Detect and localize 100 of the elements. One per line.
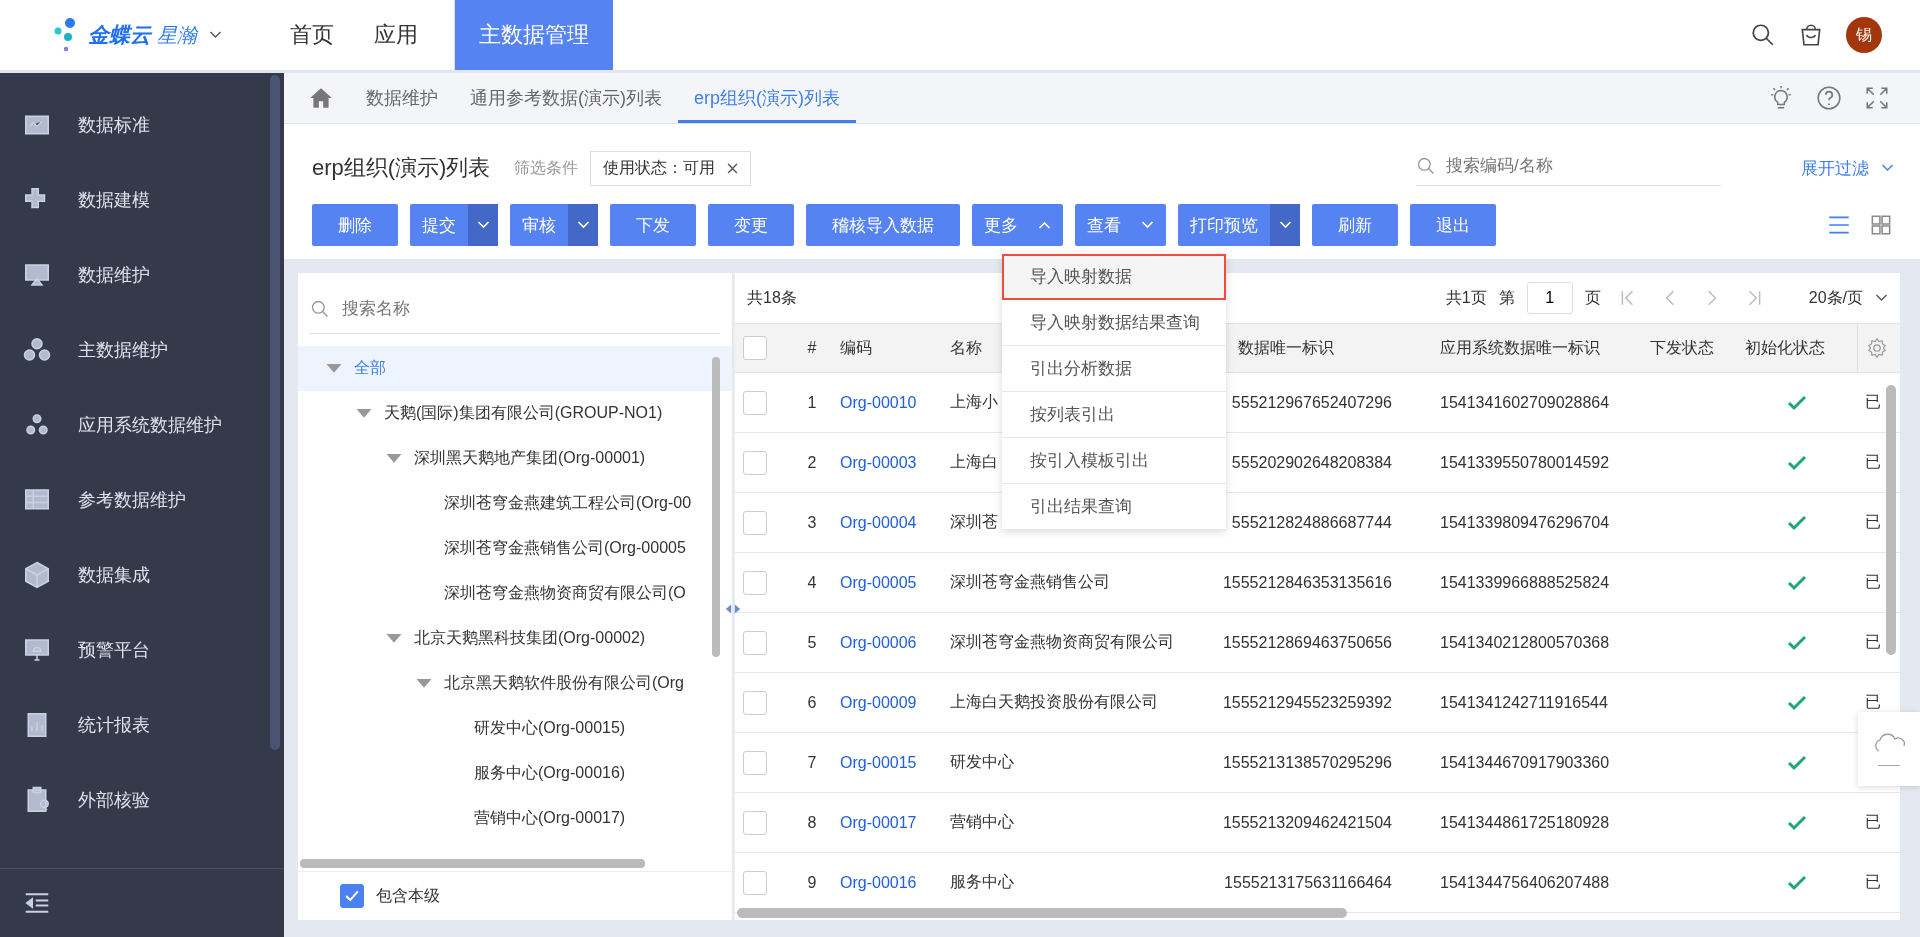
split-button[interactable]: 审核 <box>510 204 598 246</box>
user-avatar[interactable]: 锡 <box>1846 17 1882 53</box>
column-header[interactable]: 名称 <box>950 337 982 359</box>
close-icon[interactable] <box>727 162 739 174</box>
search-field[interactable]: 搜索编码/名称 <box>1444 154 1721 177</box>
menu-item[interactable]: 导入映射数据 <box>1002 254 1226 300</box>
row-checkbox[interactable] <box>743 870 767 895</box>
tree-item[interactable]: 天鹅(国际)集团有限公司(GROUP-NO1) <box>298 391 732 436</box>
scrollbar[interactable] <box>737 908 1347 918</box>
row-checkbox[interactable] <box>743 510 767 535</box>
tree-item[interactable]: 深圳苍穹金燕物资商贸有限公司(O <box>298 571 732 616</box>
toolbar-button[interactable]: 稽核导入数据 <box>806 204 960 246</box>
sidebar-item[interactable]: 应用系统数据维护 <box>0 387 284 462</box>
select-all-checkbox[interactable] <box>743 336 767 360</box>
row-checkbox[interactable] <box>743 570 767 595</box>
sidebar-item[interactable]: 数据建模 <box>0 162 284 237</box>
tree-search-field[interactable]: 搜索名称 <box>340 298 720 320</box>
code-link[interactable]: Org-00003 <box>840 453 917 472</box>
code-link[interactable]: Org-00006 <box>840 633 917 652</box>
brand-subtitle: 星瀚 <box>157 22 197 48</box>
breadcrumb-tab[interactable]: 通用参考数据(演示)列表 <box>454 73 678 123</box>
code-link[interactable]: Org-00010 <box>840 393 917 412</box>
split-button[interactable]: 打印预览 <box>1178 204 1300 246</box>
row-checkbox[interactable] <box>743 630 767 655</box>
code-link[interactable]: Org-00009 <box>840 693 917 712</box>
nav-tab[interactable]: 应用 <box>354 0 438 70</box>
tree-item[interactable]: 北京天鹅黑科技集团(Org-00002) <box>298 616 732 661</box>
lightbulb-icon[interactable] <box>1768 85 1794 111</box>
expanded-triangle-icon[interactable] <box>386 633 402 644</box>
sidebar-item[interactable]: 统计报表 <box>0 687 284 762</box>
sidebar-item[interactable]: 主数据维护 <box>0 312 284 387</box>
page-size-select[interactable]: 20条/页 <box>1808 287 1888 309</box>
nav-tab[interactable]: 主数据管理 <box>454 0 613 70</box>
nav-tab[interactable]: 首页 <box>270 0 354 70</box>
split-button[interactable]: 提交 <box>410 204 498 246</box>
floating-widget[interactable] <box>1858 712 1920 786</box>
filter-tag[interactable]: 使用状态：可用 <box>590 150 752 186</box>
scrollbar[interactable] <box>270 75 280 750</box>
column-header[interactable]: 编码 <box>840 337 872 359</box>
expanded-triangle-icon[interactable] <box>356 408 372 419</box>
sidebar-item[interactable]: 外部核验 <box>0 762 284 837</box>
code-link[interactable]: Org-00005 <box>840 573 917 592</box>
tree-item[interactable]: 北京黑天鹅软件股份有限公司(Org <box>298 661 732 706</box>
table-cell: 1555212846353135616 <box>1222 573 1392 592</box>
column-header[interactable]: # <box>807 339 817 357</box>
row-checkbox[interactable] <box>743 690 767 715</box>
column-header[interactable]: 应用系统数据唯一标识 <box>1440 337 1600 359</box>
table-cell: 1541339966888525824 <box>1440 573 1610 592</box>
toolbar-button[interactable]: 刷新 <box>1312 204 1398 246</box>
row-checkbox[interactable] <box>743 810 767 835</box>
toolbar-button[interactable]: 下发 <box>610 204 696 246</box>
scrollbar[interactable] <box>1886 385 1896 655</box>
tree-item[interactable]: 服务中心(Org-00016) <box>298 751 732 796</box>
include-self-checkbox[interactable]: 包含本级 <box>340 884 440 908</box>
table-cell: 1541341602709028864 <box>1440 393 1610 412</box>
chevron-down-icon[interactable] <box>209 31 222 39</box>
table-cell-text: 服务中心 <box>950 872 1014 892</box>
scrollbar[interactable] <box>300 859 645 868</box>
record-count: 共18条 <box>747 287 797 308</box>
fullscreen-icon[interactable] <box>1864 85 1890 111</box>
tree-item[interactable]: 研发中心(Org-00015) <box>298 706 732 751</box>
tree-item[interactable]: 全部 <box>298 346 732 391</box>
expanded-triangle-icon[interactable] <box>416 678 432 689</box>
tree-item[interactable]: 深圳黑天鹅地产集团(Org-00001) <box>298 436 732 481</box>
scrollbar[interactable] <box>712 357 720 657</box>
column-header[interactable]: 下发状态 <box>1650 337 1714 359</box>
page-input[interactable]: 1 <box>1526 282 1573 314</box>
tree-item[interactable]: 深圳苍穹金燕建筑工程公司(Org-00 <box>298 481 732 526</box>
sidebar-item[interactable]: 数据集成 <box>0 537 284 612</box>
code-link[interactable]: Org-00015 <box>840 753 917 772</box>
row-checkbox[interactable] <box>743 750 767 775</box>
code-link[interactable]: Org-00016 <box>840 873 917 892</box>
table-cell-text: 上海白 <box>950 452 998 472</box>
column-header[interactable]: 数据唯一标识 <box>1238 337 1334 359</box>
dropdown-button[interactable]: 查看 <box>1075 204 1166 246</box>
expanded-triangle-icon[interactable] <box>326 363 342 374</box>
sidebar-item[interactable]: 数据维护 <box>0 237 284 312</box>
sidebar-item[interactable]: 预警平台 <box>0 612 284 687</box>
toolbar-button[interactable]: 退出 <box>1410 204 1496 246</box>
breadcrumb-tab[interactable]: 数据维护 <box>350 73 454 123</box>
tree-item[interactable]: 深圳苍穹金燕销售公司(Org-00005 <box>298 526 732 571</box>
dropdown-button[interactable]: 更多 <box>972 204 1063 246</box>
code-link[interactable]: Org-00004 <box>840 513 917 532</box>
toolbar-button[interactable]: 变更 <box>708 204 794 246</box>
table-cell: 1 <box>807 393 817 412</box>
collapse-arrow-icon[interactable] <box>724 604 742 614</box>
help-icon[interactable] <box>1816 85 1842 111</box>
expanded-triangle-icon[interactable] <box>386 453 402 464</box>
sidebar-item[interactable]: 数据标准 <box>0 87 284 162</box>
row-checkbox[interactable] <box>743 450 767 475</box>
settings-icon[interactable] <box>1866 337 1888 359</box>
row-checkbox[interactable] <box>743 390 767 415</box>
search-icon[interactable] <box>1750 22 1776 48</box>
tree-item[interactable]: 营销中心(Org-00017) <box>298 796 732 841</box>
column-header[interactable]: 初始化状态 <box>1745 337 1825 359</box>
expand-filter-link[interactable]: 展开过滤 <box>1801 156 1894 180</box>
table-cell: 555202902648208384 <box>1231 453 1392 472</box>
sidebar-item[interactable]: 参考数据维护 <box>0 462 284 537</box>
code-link[interactable]: Org-00017 <box>840 813 917 832</box>
toolbar-button[interactable]: 删除 <box>312 204 398 246</box>
